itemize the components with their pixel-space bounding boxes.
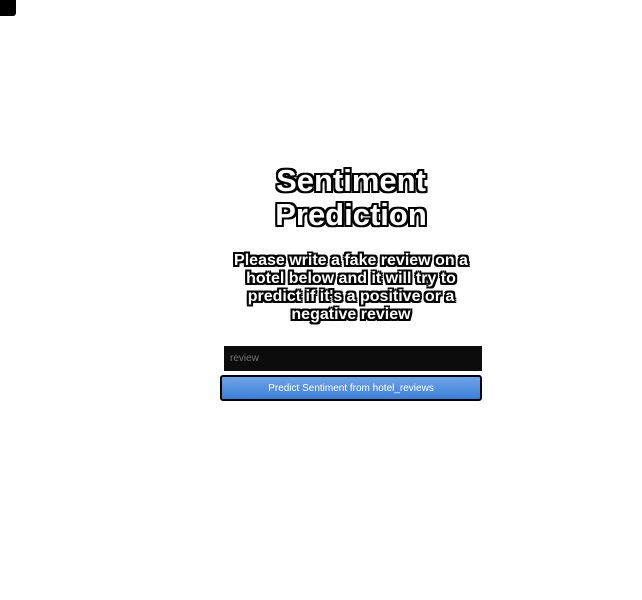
predict-sentiment-button[interactable]: Predict Sentiment from hotel_reviews xyxy=(220,375,482,401)
page-title: Sentiment Prediction xyxy=(275,163,427,232)
review-input[interactable] xyxy=(224,346,482,371)
corner-mark xyxy=(0,0,16,16)
instructions-text: Please write a fake review on a hotel be… xyxy=(234,252,468,323)
prediction-form: Sentiment Prediction Please write a fake… xyxy=(220,164,482,401)
